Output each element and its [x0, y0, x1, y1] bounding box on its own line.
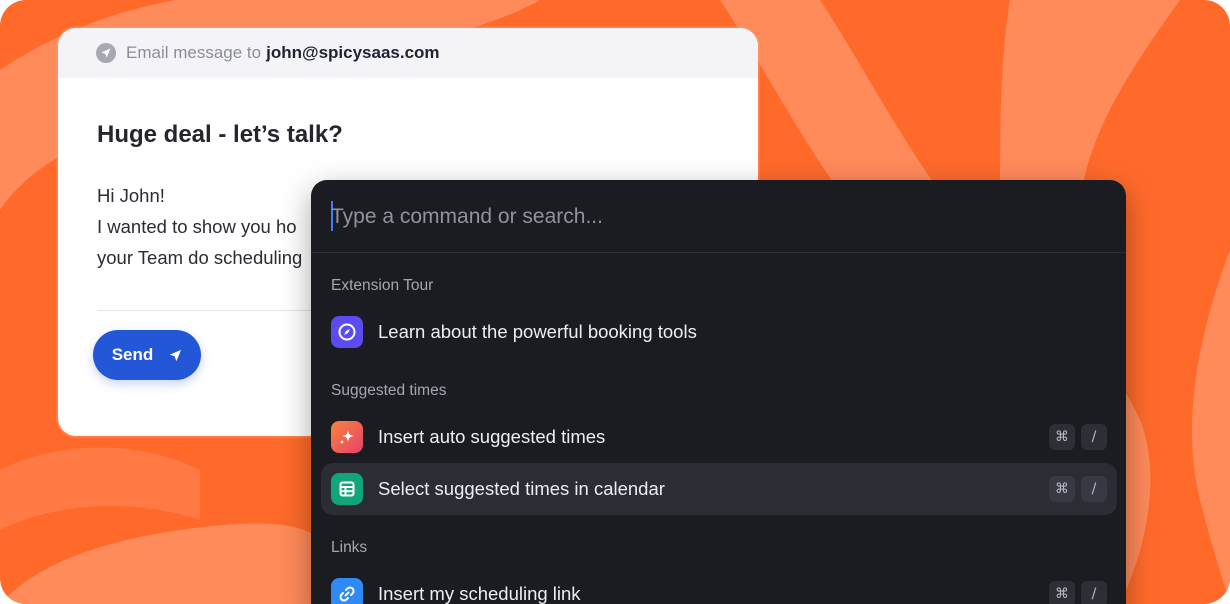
command-key: ⌘	[1049, 476, 1075, 502]
table-icon	[331, 473, 363, 505]
paper-plane-icon	[96, 43, 116, 63]
command-palette: Extension Tour Learn about the powerful …	[311, 180, 1126, 604]
keyboard-shortcut: ⌘ /	[1049, 581, 1107, 604]
keyboard-shortcut: ⌘ /	[1049, 424, 1107, 450]
link-icon	[331, 578, 363, 604]
send-arrow-icon	[170, 349, 182, 361]
recipient-address[interactable]: john@spicysaas.com	[266, 43, 439, 63]
command-item-label: Insert auto suggested times	[378, 426, 606, 447]
recipient-label: Email message to	[126, 43, 262, 62]
email-body-line: your Team do scheduling	[97, 247, 303, 268]
command-key: ⌘	[1049, 581, 1075, 604]
send-button-label: Send	[111, 345, 154, 364]
command-item-label: Insert my scheduling link	[378, 583, 581, 604]
command-item-label: Select suggested times in calendar	[378, 478, 665, 499]
email-subject[interactable]: Huge deal - let’s talk?	[97, 121, 343, 149]
sparkle-icon	[331, 421, 363, 453]
send-button[interactable]: Send	[93, 330, 201, 380]
command-key: ⌘	[1049, 424, 1075, 450]
promo-stage: Email message to john@spicysaas.com Huge…	[0, 0, 1230, 604]
slash-key: /	[1081, 581, 1107, 604]
command-item-select-times-calendar[interactable]: Select suggested times in calendar ⌘ /	[321, 463, 1117, 515]
command-item-label: Learn about the powerful booking tools	[378, 321, 697, 342]
section-label-links: Links	[331, 539, 368, 556]
command-item-booking-tools[interactable]: Learn about the powerful booking tools	[321, 306, 1117, 358]
command-search-input[interactable]	[331, 198, 1091, 236]
command-item-insert-suggested-times[interactable]: Insert auto suggested times ⌘ /	[321, 411, 1117, 463]
keyboard-shortcut: ⌘ /	[1049, 476, 1107, 502]
compass-icon	[331, 316, 363, 348]
section-label-suggested-times: Suggested times	[331, 382, 447, 399]
command-search-bar	[311, 180, 1126, 253]
section-label-extension-tour: Extension Tour	[331, 277, 434, 294]
slash-key: /	[1081, 476, 1107, 502]
command-item-insert-scheduling-link[interactable]: Insert my scheduling link ⌘ /	[321, 568, 1117, 604]
email-body-line: I wanted to show you ho	[97, 216, 297, 237]
slash-key: /	[1081, 424, 1107, 450]
email-body[interactable]: Hi John! I wanted to show you ho your Te…	[97, 180, 302, 273]
email-recipient-bar: Email message to john@spicysaas.com	[58, 28, 758, 78]
email-body-line: Hi John!	[97, 185, 165, 206]
